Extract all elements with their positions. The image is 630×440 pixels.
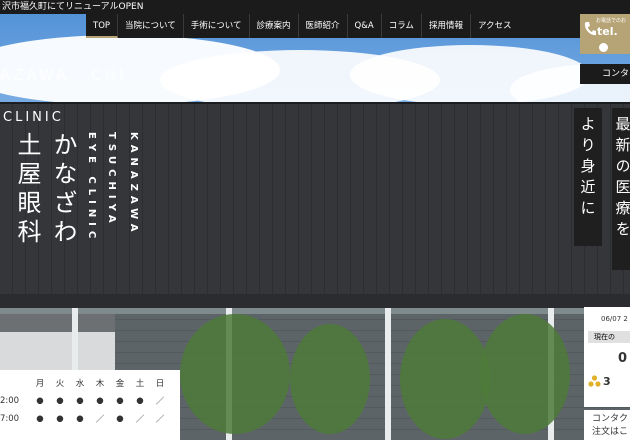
day-tue: 火: [55, 379, 65, 389]
pillar: [385, 308, 391, 440]
tree: [180, 314, 290, 434]
nav-column[interactable]: コラム: [382, 14, 422, 38]
contact-line-2: 注文はこ: [592, 427, 629, 437]
hours-mark: ●: [116, 396, 124, 406]
news-bar: 沢市福久町にてリニューアルOPEN: [0, 0, 630, 14]
globe-icon: [599, 43, 608, 52]
sign-jp-kanji: 土屋眼科: [13, 132, 41, 248]
contact-lens-panel[interactable]: コンタクト 注文はこ: [584, 410, 630, 440]
hours-mark: ●: [116, 414, 124, 424]
tagline-latest: 最新の医療を: [612, 108, 630, 270]
hours-row-afternoon: 7:00 ● ● ● ／ ● ／ ／: [0, 410, 170, 428]
global-nav: TOP 当院について 手術について 診療案内 医師紹介 Q&A コラム 採用情報…: [86, 14, 580, 38]
nav-consultation[interactable]: 診療案内: [250, 14, 299, 38]
contact-line-1: コンタクト: [592, 414, 630, 424]
hours-mark: ／: [155, 397, 165, 407]
tel-button[interactable]: お電話でのお tel.: [580, 14, 630, 54]
nav-recruit[interactable]: 採用情報: [422, 14, 471, 38]
news-text[interactable]: 沢市福久町にてリニューアルOPEN: [2, 0, 143, 14]
sign-en-1b: CHI: [91, 66, 127, 84]
status-label: 現在の: [588, 331, 630, 343]
hours-mark: ●: [136, 396, 144, 406]
day-fri: 金: [115, 379, 125, 389]
hours-table: 月 火 水 木 金 土 日 2:00 ● ● ● ● ● ● ／ 7:00 ● …: [0, 370, 180, 440]
hours-mark: ／: [155, 415, 165, 425]
nav-qa[interactable]: Q&A: [348, 14, 382, 38]
tree: [480, 314, 570, 434]
hours-mark: ●: [76, 396, 84, 406]
nav-access[interactable]: アクセス: [471, 14, 519, 38]
waiting-status-panel: 06/07 2 現在の 0 3: [584, 307, 630, 407]
tree: [400, 319, 490, 439]
hours-mark: ●: [36, 396, 44, 406]
hours-mark: ●: [96, 396, 104, 406]
day-thu: 木: [95, 379, 105, 389]
sign-en-vertical-1: EYE CLINIC: [86, 132, 97, 244]
day-sat: 土: [135, 379, 145, 389]
nav-top[interactable]: TOP: [86, 14, 119, 38]
hours-mark: ●: [36, 414, 44, 424]
status-date: 06/07 2: [601, 315, 628, 323]
hours-time: 7:00: [0, 414, 20, 424]
sign-en-vertical-3: KANAZAWA: [128, 132, 139, 237]
hours-header-row: 月 火 水 木 金 土 日: [0, 374, 170, 392]
nav-surgery[interactable]: 手術について: [184, 14, 250, 38]
tree: [290, 324, 370, 434]
eave-shadow: [0, 294, 630, 308]
day-sun: 日: [155, 379, 165, 389]
hours-mark: ●: [56, 414, 64, 424]
hours-mark: ／: [95, 415, 105, 425]
day-mon: 月: [35, 379, 45, 389]
sign-english-top: AZAWA CHI: [0, 66, 126, 84]
nav-doctors[interactable]: 医師紹介: [299, 14, 348, 38]
nav-about[interactable]: 当院について: [118, 14, 184, 38]
tel-caption: お電話でのお: [596, 18, 627, 24]
tagline-closer: より身近に: [574, 108, 602, 246]
status-wait: 3: [603, 375, 611, 388]
tel-number: tel.: [597, 25, 618, 38]
people-icon: [588, 375, 601, 387]
sign-clinic: CLINIC: [3, 110, 64, 125]
phone-icon: [584, 22, 596, 36]
hours-row-morning: 2:00 ● ● ● ● ● ● ／: [0, 392, 170, 410]
sign-en-vertical-2: TSUCHIYA: [106, 132, 117, 228]
hours-time: 2:00: [0, 396, 20, 406]
hours-mark: ／: [135, 415, 145, 425]
hours-mark: ●: [56, 396, 64, 406]
sign-jp-kana: かなざわ: [49, 132, 77, 248]
sign-en-1: AZAWA: [0, 66, 70, 84]
contact-button[interactable]: コンタクト: [580, 64, 630, 84]
status-count: 0: [618, 351, 628, 366]
house-roof: [0, 314, 115, 332]
day-wed: 水: [75, 379, 85, 389]
hours-mark: ●: [76, 414, 84, 424]
